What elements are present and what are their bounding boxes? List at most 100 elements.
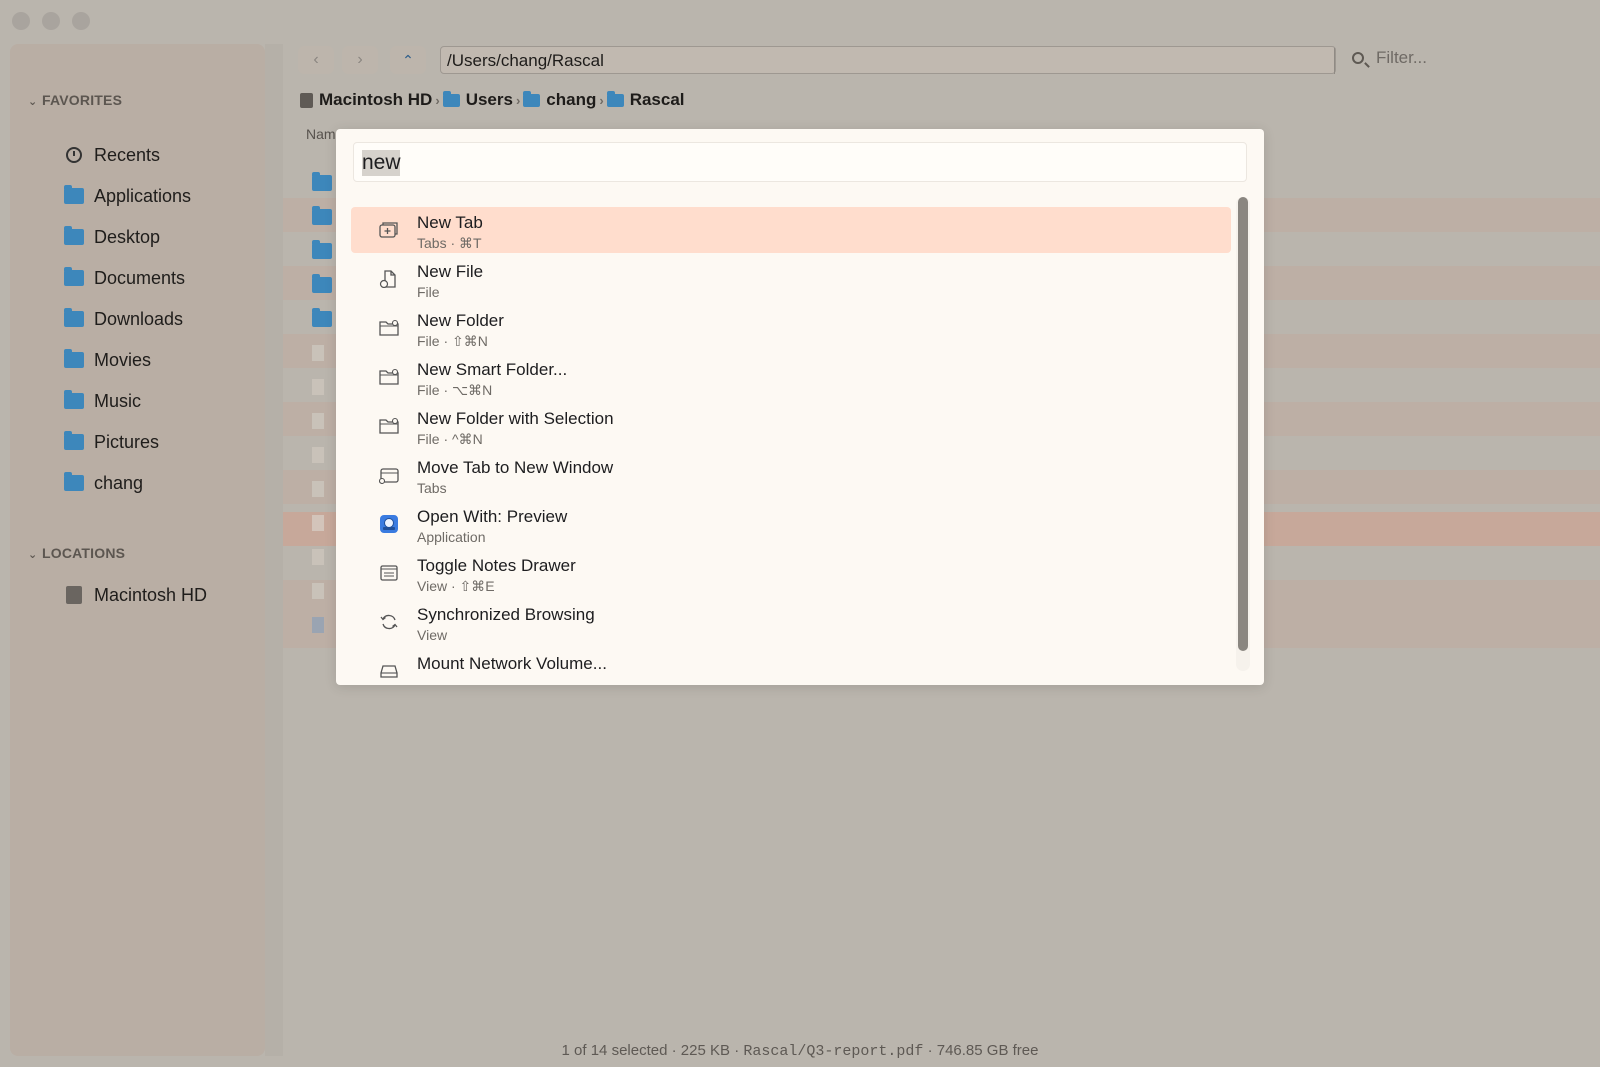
result-title: New Folder: [417, 311, 504, 330]
sidebar-item-label: Downloads: [94, 308, 184, 329]
notes-icon: [380, 565, 398, 581]
folder-icon: [64, 390, 84, 409]
command-search-input[interactable]: [362, 149, 1222, 177]
result-title: Move Tab to New Window: [417, 458, 614, 477]
command-result-new-tab[interactable]: New Tab Tabs · ⌘T: [351, 207, 1231, 253]
file-icon: [312, 481, 324, 497]
zoom-window-button[interactable]: [72, 12, 90, 30]
back-button[interactable]: ‹: [298, 46, 334, 74]
file-icon: [312, 617, 324, 633]
result-title: Synchronized Browsing: [417, 605, 595, 624]
sidebar-item-chang[interactable]: chang: [64, 468, 143, 498]
file-icon: [312, 413, 324, 429]
breadcrumb-item-chang[interactable]: chang: [523, 90, 596, 110]
window-icon: [379, 468, 399, 484]
close-window-button[interactable]: [12, 12, 30, 30]
command-result-mount-network-volume[interactable]: Mount Network Volume...: [351, 648, 1231, 685]
chevron-right-icon: ›: [435, 92, 440, 108]
result-title: New File: [417, 262, 484, 281]
folder-icon: [312, 206, 332, 225]
sidebar-item-downloads[interactable]: Downloads: [64, 304, 183, 334]
command-result-open-with-preview[interactable]: Open With: Preview Application: [351, 501, 1231, 550]
parent-folder-button[interactable]: ⌃: [390, 46, 426, 74]
sidebar-item-label: Pictures: [94, 431, 160, 452]
folder-selection-icon: [379, 417, 399, 434]
sidebar-item-desktop[interactable]: Desktop: [64, 222, 160, 252]
column-header-label: Nam: [306, 126, 336, 142]
command-result-synchronized-browsing[interactable]: Synchronized Browsing View: [351, 599, 1231, 648]
chevron-down-icon: ⌄: [28, 549, 38, 561]
breadcrumb-label: Users: [465, 90, 513, 109]
command-result-move-tab-to-new-window[interactable]: Move Tab to New Window Tabs: [351, 452, 1231, 501]
sidebar-item-music[interactable]: Music: [64, 386, 141, 416]
filter-field[interactable]: Filter...: [1352, 48, 1427, 68]
new-file-icon: [379, 270, 396, 288]
file-icon: [312, 515, 324, 531]
sidebar-divider[interactable]: [265, 44, 283, 1056]
result-subtitle: Tabs · ⌘T: [417, 235, 482, 251]
result-title: New Tab: [417, 213, 483, 232]
folder-icon: [312, 172, 332, 191]
selection-count: 1 of 14 selected: [561, 1042, 668, 1059]
folder-icon: [442, 90, 460, 107]
chevron-up-icon: ⌃: [402, 51, 414, 68]
file-icon: [312, 379, 324, 395]
breadcrumb-label: Macintosh HD: [319, 90, 433, 109]
chevron-down-icon: ⌄: [28, 96, 38, 108]
command-result-toggle-notes-drawer[interactable]: Toggle Notes Drawer View · ⇧⌘E: [351, 550, 1231, 599]
sidebar-item-label: Applications: [94, 185, 192, 206]
locations-section-header[interactable]: ⌄ LOCATIONS: [28, 545, 125, 561]
sidebar-item-pictures[interactable]: Pictures: [64, 427, 159, 457]
command-result-new-folder-with-selection[interactable]: New Folder with Selection File · ^⌘N: [351, 403, 1231, 452]
finder-window: ⌄ FAVORITES Recents Applications Desktop …: [0, 0, 1600, 1067]
breadcrumb-item-rascal[interactable]: Rascal: [606, 90, 685, 110]
command-result-new-smart-folder[interactable]: New Smart Folder... File · ⌥⌘N: [351, 354, 1231, 403]
result-subtitle: View · ⇧⌘E: [417, 578, 495, 594]
status-bar: 1 of 14 selected · 225 KB · Rascal/Q3-re…: [0, 1042, 1600, 1060]
result-title: Open With: Preview: [417, 507, 568, 526]
folder-icon: [64, 431, 84, 450]
sidebar-item-label: Documents: [94, 267, 186, 288]
clock-icon: [66, 147, 82, 163]
free-space: 746.85 GB free: [936, 1042, 1039, 1059]
path-field[interactable]: /Users/chang/Rascal: [440, 46, 1336, 74]
forward-button[interactable]: ›: [342, 46, 378, 74]
breadcrumb-item-users[interactable]: Users: [442, 90, 513, 110]
result-subtitle: Application: [417, 529, 486, 545]
sidebar-item-documents[interactable]: Documents: [64, 263, 185, 293]
file-icon: [312, 549, 324, 565]
sidebar-item-movies[interactable]: Movies: [64, 345, 151, 375]
command-search-box[interactable]: [353, 142, 1247, 182]
sidebar-item-label: chang: [94, 472, 144, 493]
command-result-new-file[interactable]: New File File: [351, 256, 1231, 305]
name-column-header[interactable]: Nam: [306, 126, 336, 142]
minimize-window-button[interactable]: [42, 12, 60, 30]
chevron-left-icon: ‹: [313, 51, 319, 68]
folder-icon: [312, 308, 332, 327]
status-separator: ·: [927, 1042, 937, 1059]
sidebar-item-recents[interactable]: Recents: [64, 140, 160, 170]
breadcrumb: Macintosh HD › Users › chang › Rascal: [300, 90, 685, 110]
favorites-section-header[interactable]: ⌄ FAVORITES: [28, 92, 122, 108]
network-drive-icon: [380, 665, 398, 678]
result-title: Toggle Notes Drawer: [417, 556, 576, 575]
result-subtitle: File · ⌥⌘N: [417, 382, 493, 398]
sidebar-item-macintosh-hd[interactable]: Macintosh HD: [64, 580, 207, 610]
sidebar-item-label: Music: [94, 390, 142, 411]
home-folder-icon: [64, 472, 84, 491]
sidebar-item-label: Movies: [94, 349, 152, 370]
breadcrumb-label: chang: [546, 90, 597, 109]
scrollbar-thumb[interactable]: [1238, 197, 1248, 651]
search-icon: [1352, 52, 1364, 64]
sync-icon: [380, 614, 398, 630]
breadcrumb-item-macintosh-hd[interactable]: Macintosh HD: [300, 90, 432, 110]
new-tab-icon: [379, 222, 398, 238]
sidebar-item-applications[interactable]: Applications: [64, 181, 191, 211]
path-text: /Users/chang/Rascal: [447, 51, 604, 70]
command-result-new-folder[interactable]: New Folder File · ⇧⌘N: [351, 305, 1231, 354]
sidebar-item-label: Macintosh HD: [94, 584, 208, 605]
disk-icon: [300, 92, 313, 108]
sidebar-item-label: Recents: [94, 144, 161, 165]
home-folder-icon: [523, 90, 541, 107]
toolbar-divider: [1334, 48, 1335, 74]
